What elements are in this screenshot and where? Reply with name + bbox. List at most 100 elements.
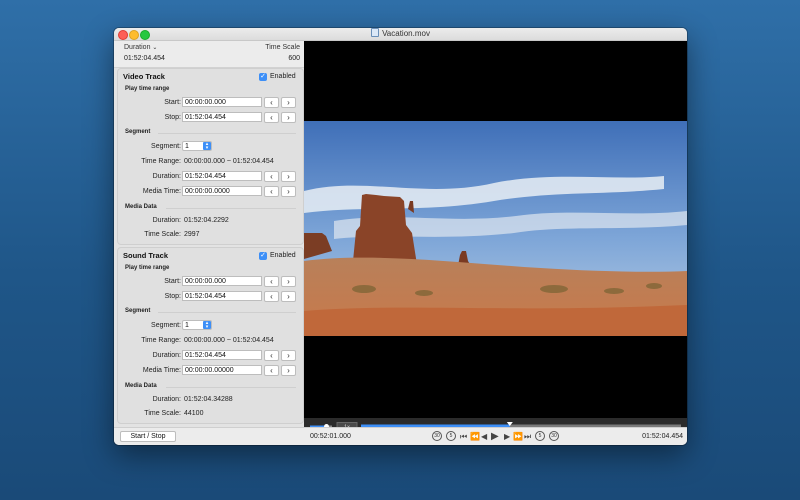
current-time: 00:52:01.000 [310,433,351,440]
video-segment-heading: Segment [125,129,151,135]
chevron-right-icon: › [287,351,290,360]
video-segment-label: Segment: [151,143,181,150]
step-back-button[interactable]: ◀ [481,430,487,443]
updown-chevron-icon: ▴ ▾ [203,321,211,330]
sound-play-range-heading: Play time range [125,265,170,271]
sound-media-time-next-button[interactable]: › [281,365,296,376]
sound-start-prev-button[interactable]: ‹ [264,276,279,287]
video-player[interactable] [304,41,687,418]
video-md-timescale-label: Time Scale: [144,231,181,238]
chevron-right-icon: › [287,366,290,375]
chevron-left-icon: ‹ [270,351,273,360]
desert-landscape-image [304,121,687,336]
video-media-time-field[interactable]: 00:00:00.0000 [182,186,262,196]
sound-media-time-label: Media Time: [142,367,181,374]
window-title: Vacation.mov [114,28,687,40]
duration-value: 01:52:04.454 [124,55,165,62]
chevron-right-icon: › [287,277,290,286]
video-md-duration-value: 01:52:04.2292 [184,217,229,224]
video-duration-label: Duration: [152,173,181,180]
sound-segment-label: Segment: [151,322,181,329]
sound-time-range-value: 00:00:00.000 ~ 01:52:04.454 [184,337,274,344]
video-duration-prev-button[interactable]: ‹ [264,171,279,182]
duration-header: Duration ⌄ 01:52:04.454 Time Scale 600 [114,41,304,68]
sound-media-time-field[interactable]: 00:00:00.00000 [182,365,262,375]
rewind-button[interactable]: ⏪ [470,430,480,443]
sound-md-timescale-label: Time Scale: [144,410,181,417]
video-frame [304,121,687,336]
sound-stop-prev-button[interactable]: ‹ [264,291,279,302]
video-segment-value: 1 [185,143,189,150]
divider [166,387,296,388]
video-media-time-next-button[interactable]: › [281,186,296,197]
video-enabled-label: Enabled [270,73,296,80]
skip-to-start-icon: ⏮ [460,432,468,441]
skip-back-30-button[interactable]: 30 [432,431,442,441]
chevron-left-icon: ‹ [270,98,273,107]
sound-enabled-checkbox[interactable]: ✓ [259,252,267,260]
sound-duration-label: Duration: [152,352,181,359]
video-stop-prev-button[interactable]: ‹ [264,112,279,123]
sound-enabled-label: Enabled [270,252,296,259]
skip-forward-30-icon: 30 [551,433,557,439]
movie-file-icon [371,28,380,37]
fast-forward-button[interactable]: ⏩ [513,430,523,443]
go-to-end-button[interactable]: ⏭ [524,430,531,443]
video-time-range-label: Time Range: [141,158,181,165]
chevron-right-icon: › [287,98,290,107]
title-bar: Vacation.mov [114,28,687,41]
timescale-label: Time Scale [265,44,300,51]
chevron-right-icon: › [287,172,290,181]
play-icon: ▶ [491,431,499,442]
sound-segment-selector[interactable]: 1 ▴ ▾ [182,320,212,330]
track-inspector: Duration ⌄ 01:52:04.454 Time Scale 600 V… [114,41,305,427]
sound-start-next-button[interactable]: › [281,276,296,287]
video-stop-field[interactable]: 01:52:04.454 [182,112,262,122]
skip-forward-30-button[interactable]: 30 [549,431,559,441]
app-window: Vacation.mov Duration ⌄ 01:52:04.454 Tim… [114,28,687,445]
step-forward-icon: ▶ [504,432,511,441]
video-start-prev-button[interactable]: ‹ [264,97,279,108]
video-md-duration-label: Duration: [152,217,181,224]
divider [166,208,296,209]
chevron-left-icon: ‹ [270,113,273,122]
timescale-value: 600 [288,55,300,62]
step-forward-button[interactable]: ▶ [504,430,510,443]
video-segment-selector[interactable]: 1 ▴ ▾ [182,141,212,151]
duration-label: Duration [124,44,151,51]
sound-duration-prev-button[interactable]: ‹ [264,350,279,361]
play-button[interactable]: ▶ [491,430,499,443]
sound-start-field[interactable]: 00:00:00.000 [182,276,262,286]
skip-forward-5-button[interactable]: 5 [535,431,545,441]
sound-stop-field[interactable]: 01:52:04.454 [182,291,262,301]
sound-stop-next-button[interactable]: › [281,291,296,302]
control-bar: Start / Stop 00:52:01.000 30 5 ⏮ ⏪ ◀ ▶ ▶… [114,427,687,445]
video-stop-next-button[interactable]: › [281,112,296,123]
go-to-start-button[interactable]: ⏮ [460,430,467,443]
sound-md-duration-value: 01:52:04.34288 [184,396,233,403]
video-media-time-label: Media Time: [142,188,181,195]
video-start-field[interactable]: 00:00:00.000 [182,97,262,107]
chevron-right-icon: › [287,113,290,122]
video-time-range-value: 00:00:00.000 ~ 01:52:04.454 [184,158,274,165]
video-track-title: Video Track [123,72,165,81]
video-media-time-prev-button[interactable]: ‹ [264,186,279,197]
video-duration-field[interactable]: 01:52:04.454 [182,171,262,181]
chevron-right-icon: › [287,187,290,196]
sound-duration-field[interactable]: 01:52:04.454 [182,350,262,360]
divider [158,312,296,313]
chevron-down-icon: ⌄ [152,45,158,51]
duration-sort-button[interactable]: Duration ⌄ [124,44,157,51]
sound-segment-heading: Segment [125,308,151,314]
sound-media-time-prev-button[interactable]: ‹ [264,365,279,376]
start-stop-button[interactable]: Start / Stop [120,431,176,442]
end-time: 01:52:04.454 [642,433,683,440]
chevron-right-icon: › [287,292,290,301]
updown-chevron-icon: ▴ ▾ [203,142,211,151]
playback-strip: 1x [304,418,687,431]
video-duration-next-button[interactable]: › [281,171,296,182]
sound-duration-next-button[interactable]: › [281,350,296,361]
skip-back-5-button[interactable]: 5 [446,431,456,441]
video-enabled-checkbox[interactable]: ✓ [259,73,267,81]
video-start-next-button[interactable]: › [281,97,296,108]
